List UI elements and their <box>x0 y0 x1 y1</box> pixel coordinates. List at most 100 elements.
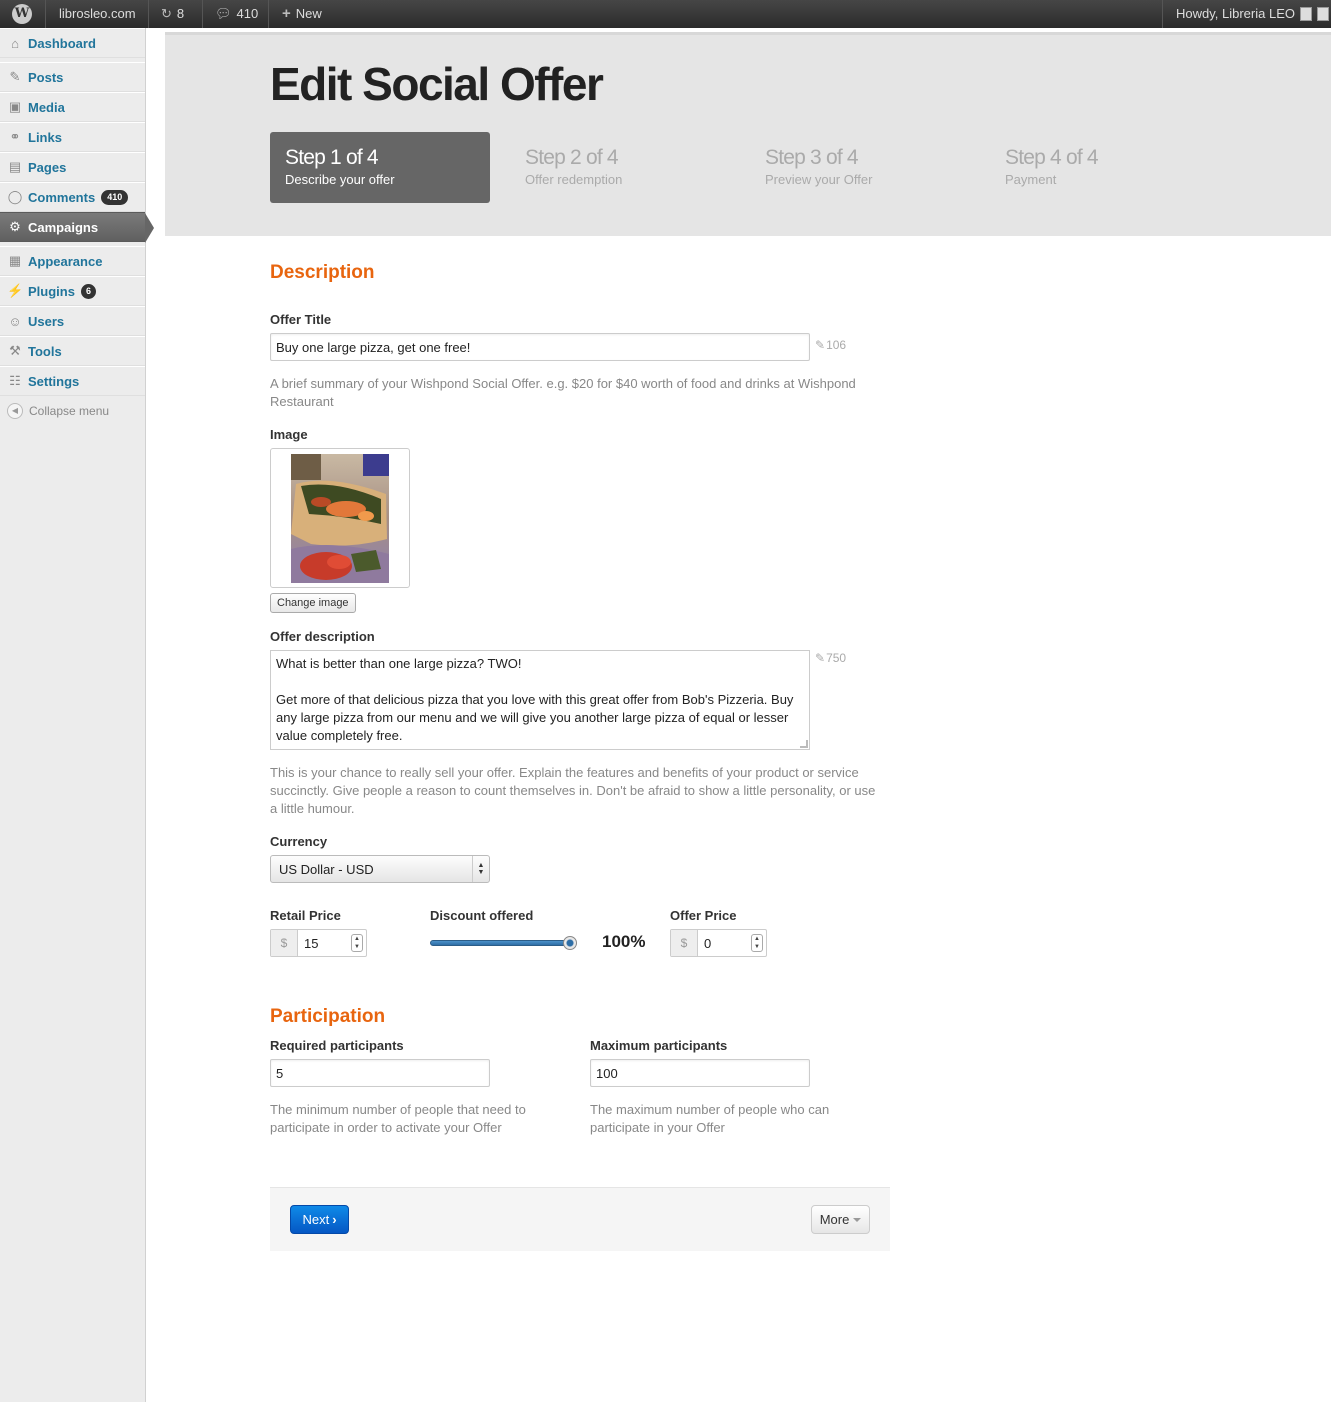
offer-price-value: 0 <box>704 935 712 951</box>
comments-count: 410 <box>236 6 259 21</box>
sidebar-item-label: Links <box>28 129 62 145</box>
dollar-addon: $ <box>671 930 698 956</box>
required-participants-input[interactable]: 5 <box>270 1059 490 1087</box>
caret-down-icon <box>853 1217 862 1222</box>
plug-icon: ⚡ <box>7 283 24 298</box>
currency-select[interactable]: US Dollar - USD ▲ ▼ <box>270 855 490 883</box>
retail-price-label: Retail Price <box>270 908 341 923</box>
wordpress-logo[interactable]: W <box>12 0 32 28</box>
offer-description-help: This is your chance to really sell your … <box>270 765 876 816</box>
collapse-arrow-icon: ◀ <box>7 403 23 419</box>
select-arrows-icon: ▲ ▼ <box>472 856 489 882</box>
step-title: Step 3 of 4 <box>765 146 859 169</box>
offer-description-label: Offer description <box>270 629 375 644</box>
step-subtitle: Offer redemption <box>525 172 623 187</box>
offer-description-textarea[interactable]: What is better than one large pizza? TWO… <box>270 650 810 750</box>
howdy-text: Howdy, Libreria LEO <box>1176 6 1295 21</box>
step-subtitle: Payment <box>1005 172 1057 187</box>
divider <box>268 0 269 28</box>
step-title: Step 2 of 4 <box>525 146 619 169</box>
sidebar-item-label: Comments <box>28 189 96 205</box>
stepper-icon[interactable]: ▲ ▼ <box>351 934 363 952</box>
offer-description-counter: ✎750 <box>815 651 846 665</box>
sidebar-item-label: Dashboard <box>28 35 96 51</box>
sidebar-item-label: Settings <box>28 373 80 389</box>
offer-price-input[interactable]: $ 0 ▲ ▼ <box>670 929 767 957</box>
step-3-tab[interactable]: Step 3 of 4 Preview your Offer <box>750 132 970 203</box>
divider <box>45 0 46 28</box>
more-button-label: More <box>819 1212 850 1227</box>
sidebar-item-comments[interactable]: ◯ Comments 410 <box>0 182 145 212</box>
link-icon: ⚭ <box>9 129 21 144</box>
form-actions: Next › More <box>270 1187 890 1251</box>
chevron-right-icon: › <box>332 1212 337 1227</box>
updates-link[interactable]: ↻ 8 <box>161 0 184 28</box>
resize-grip-icon[interactable] <box>800 740 808 748</box>
step-title: Step 4 of 4 <box>1005 146 1099 169</box>
stepper-icon[interactable]: ▲ ▼ <box>751 934 763 952</box>
my-account-link[interactable]: Howdy, Libreria LEO <box>1176 0 1329 28</box>
sidebar-item-links[interactable]: ⚭ Links <box>0 122 145 152</box>
refresh-icon: ↻ <box>161 6 172 21</box>
step-subtitle: Preview your Offer <box>765 172 873 187</box>
pencil-icon: ✎ <box>815 651 826 665</box>
sidebar-item-pages[interactable]: ▤ Pages <box>0 152 145 182</box>
wordpress-icon: W <box>12 4 32 24</box>
comments-link[interactable]: 💬︎ 410 <box>215 0 258 28</box>
sidebar-item-label: Appearance <box>28 253 103 269</box>
step-1-tab[interactable]: Step 1 of 4 Describe your offer <box>270 132 490 203</box>
counter-value: 106 <box>826 338 847 352</box>
media-icon: ▣ <box>8 99 22 114</box>
next-button-label: Next <box>302 1212 330 1227</box>
sidebar-item-label: Plugins <box>28 283 75 299</box>
sidebar-item-label: Tools <box>28 343 62 359</box>
step-4-tab[interactable]: Step 4 of 4 Payment <box>990 132 1210 203</box>
sidebar-item-plugins[interactable]: ⚡ Plugins 6 <box>0 276 145 306</box>
divider <box>1162 0 1163 28</box>
collapse-menu-label: Collapse menu <box>29 404 110 418</box>
admin-bar: W librosleo.com ↻ 8 💬︎ 410 + New Howdy, … <box>0 0 1331 28</box>
more-button[interactable]: More <box>811 1205 870 1234</box>
sidebar-item-tools[interactable]: ⚒ Tools <box>0 336 145 366</box>
new-content-link[interactable]: + New <box>282 0 322 28</box>
dashboard-icon: ⌂ <box>11 35 19 51</box>
sidebar-item-media[interactable]: ▣ Media <box>0 92 145 122</box>
comment-icon: ◯ <box>7 189 23 204</box>
tools-icon: ⚒ <box>9 343 21 358</box>
offer-title-counter: ✎106 <box>815 338 846 352</box>
description-paragraph: What is better than one large pizza? TWO… <box>276 656 522 671</box>
sidebar-item-dashboard[interactable]: ⌂ Dashboard <box>0 28 145 58</box>
step-subtitle: Describe your offer <box>285 172 395 187</box>
wizard-header: Edit Social Offer Step 1 of 4 Describe y… <box>165 32 1331 236</box>
retail-price-input[interactable]: $ 15 ▲ ▼ <box>270 929 367 957</box>
updates-count: 8 <box>176 6 185 21</box>
page-icon: ▤ <box>8 159 22 174</box>
image-label: Image <box>270 427 308 442</box>
avatar <box>1299 7 1312 21</box>
next-button[interactable]: Next › <box>290 1205 349 1234</box>
offer-image-frame <box>270 448 410 588</box>
description-heading: Description <box>270 262 375 283</box>
divider <box>148 0 149 28</box>
sidebar-item-users[interactable]: ☺ Users <box>0 306 145 336</box>
offer-title-input[interactable]: Buy one large pizza, get one free! <box>270 333 810 361</box>
currency-selected-value: US Dollar - USD <box>279 861 374 877</box>
sidebar-item-label: Campaigns <box>28 219 99 235</box>
offer-price-label: Offer Price <box>670 908 737 923</box>
description-paragraph: Get more of that delicious pizza that yo… <box>276 692 794 743</box>
discount-slider-track[interactable] <box>430 940 576 946</box>
sidebar-item-posts[interactable]: ✎ Posts <box>0 62 145 92</box>
change-image-button[interactable]: Change image <box>270 593 356 613</box>
appearance-icon: ▦ <box>8 253 22 268</box>
sidebar-item-campaigns[interactable]: ⚙ Campaigns <box>0 212 154 243</box>
site-name-link[interactable]: librosleo.com <box>59 0 136 28</box>
step-2-tab[interactable]: Step 2 of 4 Offer redemption <box>510 132 730 203</box>
comment-bubble-icon: 💬︎ <box>215 6 232 21</box>
pin-icon: ✎ <box>9 69 21 84</box>
sidebar-item-appearance[interactable]: ▦ Appearance <box>0 246 145 276</box>
collapse-menu-button[interactable]: ◀ Collapse menu <box>0 396 145 426</box>
sidebar-item-settings[interactable]: ☷ Settings <box>0 366 145 396</box>
discount-slider-handle[interactable] <box>563 936 577 950</box>
currency-label: Currency <box>270 834 328 849</box>
maximum-participants-input[interactable]: 100 <box>590 1059 810 1087</box>
